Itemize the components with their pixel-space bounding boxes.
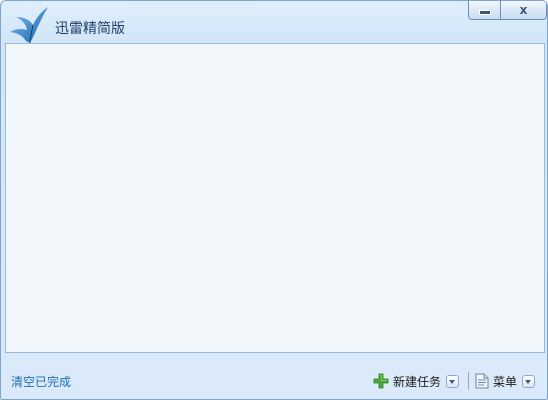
plus-icon: [373, 373, 389, 389]
task-list-area[interactable]: [5, 43, 545, 353]
new-task-button[interactable]: 新建任务: [373, 371, 460, 391]
thunder-bird-logo-icon: [10, 7, 48, 44]
chevron-down-icon[interactable]: [522, 374, 536, 388]
window-controls: x: [468, 1, 547, 21]
menu-button[interactable]: 菜单: [475, 371, 536, 391]
chevron-down-icon[interactable]: [446, 374, 460, 388]
minimize-icon: [478, 10, 491, 15]
clear-completed-link[interactable]: 清空已完成: [11, 373, 71, 390]
title-bar[interactable]: 迅雷精简版 x: [1, 1, 547, 44]
bottom-toolbar: 清空已完成 新建任务 菜单: [1, 357, 547, 399]
main-window: 迅雷精简版 x 清空已完成 新建任务 菜单: [0, 0, 548, 400]
document-icon: [475, 373, 489, 389]
minimize-button[interactable]: [468, 1, 501, 20]
toolbar-divider: [468, 372, 469, 390]
menu-label: 菜单: [493, 374, 518, 389]
window-title: 迅雷精简版: [55, 21, 125, 37]
close-button[interactable]: x: [501, 1, 547, 20]
close-icon: x: [519, 3, 528, 17]
new-task-label: 新建任务: [393, 374, 442, 389]
